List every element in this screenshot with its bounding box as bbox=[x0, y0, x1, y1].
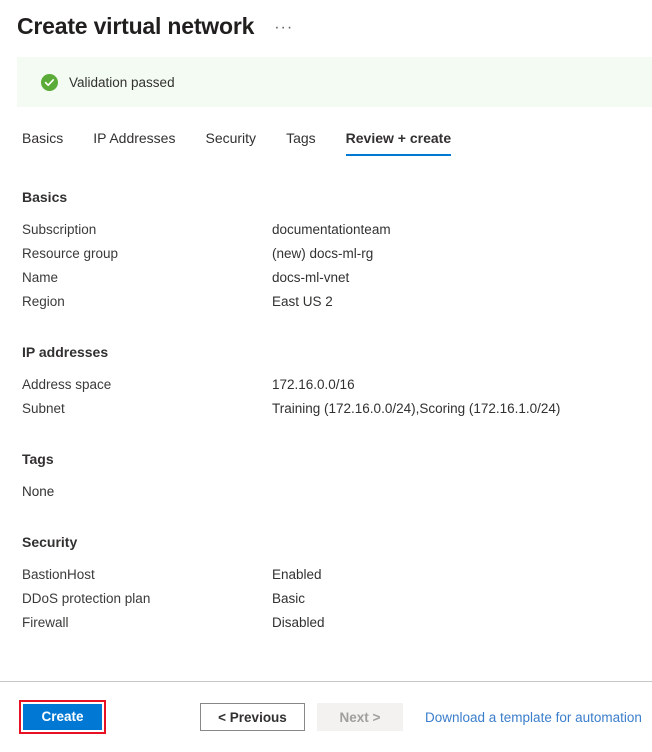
next-button: Next > bbox=[317, 703, 403, 731]
section-tags: Tags None bbox=[22, 451, 652, 504]
row-label: Resource group bbox=[22, 246, 119, 261]
section-security: Security BastionHost Enabled DDoS protec… bbox=[22, 534, 652, 635]
validation-message: Validation passed bbox=[69, 74, 175, 90]
summary-row: Region East US 2 bbox=[22, 290, 652, 314]
download-template-link[interactable]: Download a template for automation bbox=[425, 710, 642, 725]
row-label: Address space bbox=[22, 377, 112, 392]
section-title: Basics bbox=[22, 189, 68, 205]
row-value: 172.16.0.0/16 bbox=[272, 377, 355, 392]
section-title: IP addresses bbox=[22, 344, 109, 360]
row-value: East US 2 bbox=[272, 294, 333, 309]
summary-row: BastionHost Enabled bbox=[22, 563, 652, 587]
section-title: Security bbox=[22, 534, 78, 550]
tab-review-create[interactable]: Review + create bbox=[345, 129, 452, 156]
summary-row: Firewall Disabled bbox=[22, 611, 652, 635]
row-value: (new) docs-ml-rg bbox=[272, 246, 374, 261]
row-label: BastionHost bbox=[22, 567, 95, 582]
section-ip-addresses: IP addresses Address space 172.16.0.0/16… bbox=[22, 344, 652, 421]
summary-row: Name docs-ml-vnet bbox=[22, 266, 652, 290]
tab-tags[interactable]: Tags bbox=[286, 129, 316, 156]
check-circle-icon bbox=[41, 73, 58, 91]
row-label: Subscription bbox=[22, 222, 97, 237]
row-label: DDoS protection plan bbox=[22, 591, 151, 606]
page-header: Create virtual network ··· bbox=[0, 0, 652, 41]
summary-row: Address space 172.16.0.0/16 bbox=[22, 373, 652, 397]
create-button[interactable]: Create bbox=[23, 704, 102, 730]
row-label: Region bbox=[22, 294, 65, 309]
row-label: Name bbox=[22, 270, 59, 285]
wizard-footer: Create < Previous Next > Download a temp… bbox=[0, 682, 652, 752]
tags-empty-text: None bbox=[22, 484, 55, 499]
row-label: Firewall bbox=[22, 615, 69, 630]
previous-button[interactable]: < Previous bbox=[200, 703, 305, 731]
row-value: documentationteam bbox=[272, 222, 391, 237]
row-value: docs-ml-vnet bbox=[272, 270, 350, 285]
validation-banner: Validation passed bbox=[17, 57, 652, 107]
summary-row: Resource group (new) docs-ml-rg bbox=[22, 242, 652, 266]
review-summary: Basics Subscription documentationteam Re… bbox=[0, 189, 652, 635]
summary-row: DDoS protection plan Basic bbox=[22, 587, 652, 611]
row-value: Training (172.16.0.0/24),Scoring (172.16… bbox=[272, 401, 561, 416]
tab-security[interactable]: Security bbox=[205, 129, 256, 156]
create-button-highlight: Create bbox=[19, 700, 106, 734]
page-title: Create virtual network bbox=[17, 13, 255, 39]
row-value: Disabled bbox=[272, 615, 325, 630]
section-basics: Basics Subscription documentationteam Re… bbox=[22, 189, 652, 314]
wizard-tabs: Basics IP Addresses Security Tags Review… bbox=[22, 126, 652, 156]
summary-row: Subnet Training (172.16.0.0/24),Scoring … bbox=[22, 397, 652, 421]
tab-basics[interactable]: Basics bbox=[22, 129, 63, 156]
tab-ip-addresses[interactable]: IP Addresses bbox=[93, 129, 175, 156]
more-options-icon[interactable]: ··· bbox=[274, 17, 293, 36]
row-value: Basic bbox=[272, 591, 306, 606]
section-title: Tags bbox=[22, 451, 54, 467]
row-label: Subnet bbox=[22, 401, 65, 416]
summary-row: Subscription documentationteam bbox=[22, 218, 652, 242]
row-value: Enabled bbox=[272, 567, 322, 582]
